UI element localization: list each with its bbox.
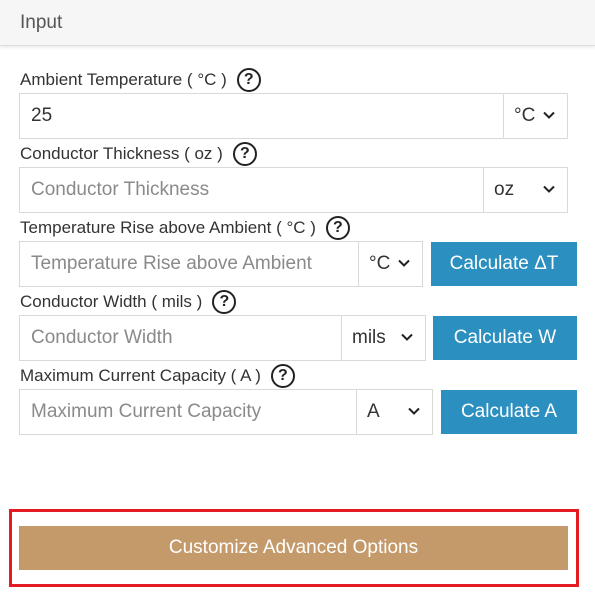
help-icon[interactable]: ?	[236, 68, 261, 92]
ambient-temperature-unit-select[interactable]: °C	[503, 93, 568, 139]
calculate-delta-t-button[interactable]: Calculate ΔT	[431, 242, 577, 286]
calculate-a-button[interactable]: Calculate A	[441, 390, 577, 434]
temperature-rise-unit-select[interactable]: °C	[358, 241, 423, 287]
maximum-current-unit-select[interactable]: A	[356, 389, 433, 435]
chevron-down-icon	[543, 111, 555, 119]
temperature-rise-label-row: Temperature Rise above Ambient ( °C ) ?	[20, 215, 350, 241]
customize-advanced-options-button[interactable]: Customize Advanced Options	[19, 526, 568, 570]
maximum-current-label-row: Maximum Current Capacity ( A ) ?	[20, 363, 295, 389]
conductor-width-input[interactable]	[19, 315, 342, 361]
chevron-down-icon	[543, 185, 555, 193]
ambient-temperature-unit-value: °C	[514, 105, 536, 126]
conductor-width-label-row: Conductor Width ( mils ) ?	[20, 289, 237, 315]
maximum-current-unit-value: A	[367, 401, 380, 422]
conductor-thickness-unit-select[interactable]: oz	[483, 167, 568, 213]
help-icon[interactable]: ?	[325, 216, 350, 240]
chevron-down-icon	[398, 259, 410, 267]
conductor-thickness-label: Conductor Thickness ( oz )	[20, 144, 223, 163]
conductor-thickness-unit-value: oz	[494, 179, 515, 200]
conductor-thickness-input[interactable]	[19, 167, 484, 213]
ambient-temperature-label: Ambient Temperature ( °C )	[20, 70, 227, 89]
conductor-width-label: Conductor Width ( mils )	[20, 292, 203, 311]
ambient-temperature-label-row: Ambient Temperature ( °C ) ?	[20, 67, 261, 93]
help-icon[interactable]: ?	[232, 142, 257, 166]
conductor-width-unit-value: mils	[352, 327, 386, 348]
conductor-width-unit-select[interactable]: mils	[341, 315, 426, 361]
temperature-rise-label: Temperature Rise above Ambient ( °C )	[20, 218, 316, 237]
temperature-rise-input[interactable]	[19, 241, 359, 287]
maximum-current-label: Maximum Current Capacity ( A )	[20, 366, 261, 385]
ambient-temperature-input[interactable]	[19, 93, 504, 139]
conductor-thickness-label-row: Conductor Thickness ( oz ) ?	[20, 141, 257, 167]
help-icon[interactable]: ?	[212, 290, 237, 314]
maximum-current-input[interactable]	[19, 389, 357, 435]
chevron-down-icon	[401, 333, 413, 341]
calculate-w-button[interactable]: Calculate W	[433, 316, 577, 360]
temperature-rise-unit-value: °C	[369, 253, 391, 274]
chevron-down-icon	[408, 407, 420, 415]
panel-title: Input	[20, 12, 63, 33]
panel-header: Input	[0, 0, 595, 46]
help-icon[interactable]: ?	[270, 364, 295, 388]
